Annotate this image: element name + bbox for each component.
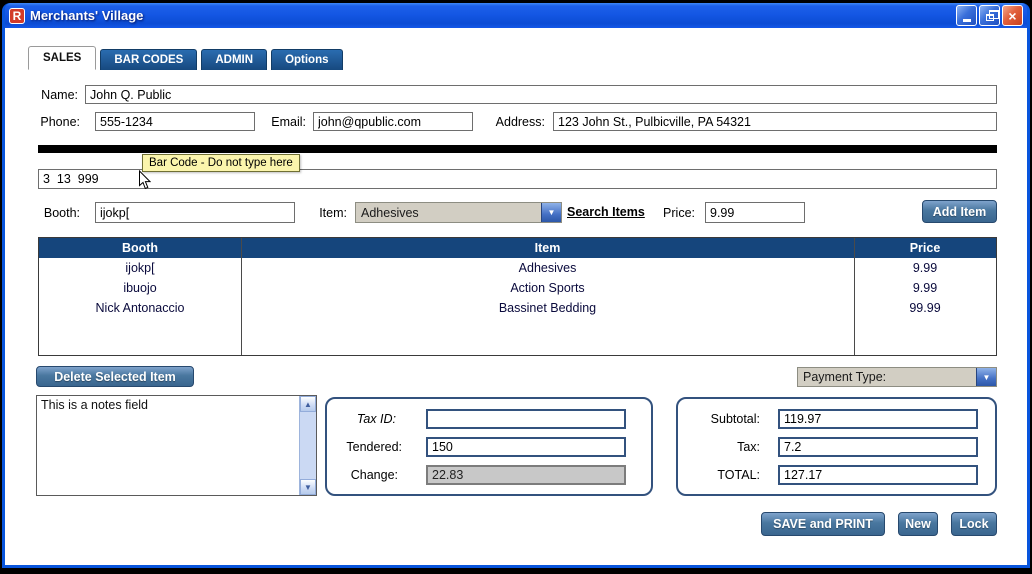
total-output	[778, 465, 978, 485]
delete-selected-item-button[interactable]: Delete Selected Item	[36, 366, 194, 387]
cell-item: Adhesives	[518, 261, 577, 275]
save-and-print-button[interactable]: SAVE and PRINT	[761, 512, 885, 536]
add-item-button[interactable]: Add Item	[922, 200, 997, 223]
cell-booth: Nick Antonaccio	[95, 301, 185, 315]
email-label: Email:	[271, 115, 306, 129]
phone-input[interactable]	[95, 112, 255, 131]
totals-panel: Subtotal: Tax: TOTAL:	[676, 397, 997, 496]
new-button[interactable]: New	[898, 512, 938, 536]
address-input[interactable]	[553, 112, 997, 131]
minimize-icon	[962, 19, 971, 22]
tendered-label: Tendered:	[346, 440, 402, 454]
app-window: R Merchants' Village × SALES BAR CODES A…	[2, 3, 1030, 568]
scroll-down-icon[interactable]: ▼	[300, 479, 316, 495]
table-row[interactable]: ibuojo Action Sports 9.99	[39, 278, 996, 298]
table-row[interactable]: Nick Antonaccio Bassinet Bedding 99.99	[39, 298, 996, 318]
subtotal-label: Subtotal:	[710, 412, 760, 426]
footer-actions: SAVE and PRINT New Lock	[761, 512, 997, 536]
header-price: Price	[909, 241, 941, 255]
close-button[interactable]: ×	[1002, 5, 1023, 26]
total-label: TOTAL:	[717, 468, 760, 482]
column-divider	[854, 238, 855, 355]
cell-booth: ijokp[	[125, 261, 155, 275]
tab-bar: SALES BAR CODES ADMIN Options	[28, 46, 343, 70]
name-label: Name:	[41, 88, 78, 102]
search-items-link[interactable]: Search Items	[567, 205, 645, 219]
lock-button[interactable]: Lock	[951, 512, 997, 536]
restore-button[interactable]	[979, 5, 1000, 26]
cell-price: 99.99	[909, 301, 941, 315]
header-item: Item	[534, 241, 561, 255]
barcode-tooltip: Bar Code - Do not type here	[142, 154, 300, 172]
email-input[interactable]	[313, 112, 473, 131]
minimize-button[interactable]	[956, 5, 977, 26]
window-body: SALES BAR CODES ADMIN Options Name: Phon…	[5, 28, 1027, 565]
tab-sales[interactable]: SALES	[28, 46, 97, 70]
mouse-cursor-icon	[139, 170, 151, 190]
table-row[interactable]: ijokp[ Adhesives 9.99	[39, 258, 996, 278]
items-table: Booth Item Price ijokp[ Adhesives 9.99 i…	[38, 237, 997, 356]
titlebar: R Merchants' Village ×	[5, 3, 1027, 28]
price-label: Price:	[663, 206, 695, 220]
cell-item: Action Sports	[510, 281, 585, 295]
items-table-header: Booth Item Price	[39, 238, 996, 258]
chevron-down-icon: ▼	[976, 368, 996, 386]
notes-field-container: This is a notes field ▲ ▼	[36, 395, 317, 496]
column-divider	[241, 238, 242, 355]
close-icon: ×	[1008, 7, 1017, 24]
item-label: Item:	[319, 206, 347, 220]
scroll-up-icon[interactable]: ▲	[300, 396, 316, 412]
payment-type-select[interactable]: Payment Type: ▼	[797, 367, 997, 387]
tendered-input[interactable]	[426, 437, 626, 457]
cell-booth: ibuojo	[123, 281, 157, 295]
payment-panel: Tax ID: Tendered: Change:	[325, 397, 653, 496]
tax-id-label: Tax ID:	[356, 412, 396, 426]
tax-id-input[interactable]	[426, 409, 626, 429]
tab-bar-codes[interactable]: BAR CODES	[100, 49, 198, 70]
item-select-value: Adhesives	[361, 205, 419, 220]
tab-options[interactable]: Options	[271, 49, 343, 70]
change-output	[426, 465, 626, 485]
tax-output	[778, 437, 978, 457]
booth-input[interactable]	[95, 202, 295, 223]
cell-price: 9.99	[912, 281, 938, 295]
name-input[interactable]	[85, 85, 997, 104]
address-label: Address:	[495, 115, 545, 129]
tab-admin[interactable]: ADMIN	[201, 49, 268, 70]
app-logo-icon: R	[9, 7, 25, 24]
phone-label: Phone:	[40, 115, 80, 129]
window-title: Merchants' Village	[30, 8, 144, 23]
item-select[interactable]: Adhesives ▼	[355, 202, 562, 223]
cell-price: 9.99	[912, 261, 938, 275]
barcode-input[interactable]	[38, 169, 997, 189]
notes-scrollbar[interactable]: ▲ ▼	[299, 396, 316, 495]
payment-type-value: Payment Type:	[803, 370, 887, 384]
change-label: Change:	[350, 468, 398, 482]
restore-icon	[985, 10, 999, 21]
cell-item: Bassinet Bedding	[498, 301, 597, 315]
subtotal-output	[778, 409, 978, 429]
notes-textarea[interactable]: This is a notes field	[37, 396, 299, 495]
chevron-down-icon: ▼	[541, 203, 561, 222]
booth-label: Booth:	[43, 206, 80, 220]
price-input[interactable]	[705, 202, 805, 223]
tax-label: Tax:	[737, 440, 760, 454]
barcode-strip	[38, 145, 997, 153]
header-booth: Booth	[121, 241, 159, 255]
